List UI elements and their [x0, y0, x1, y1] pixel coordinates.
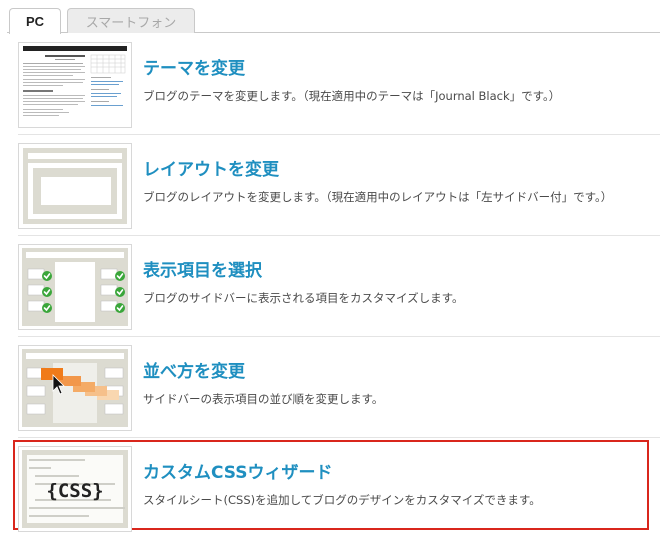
tab-bar: PC スマートフォン — [0, 0, 660, 34]
layout-change-description: ブログのレイアウトを変更します。（現在適用中のレイアウトは「左サイドバー付」です… — [143, 190, 613, 204]
widgets-order-description: サイドバーの表示項目の並び順を変更します。 — [143, 392, 384, 406]
theme-change-description: ブログのテーマを変更します。（現在適用中のテーマは「Journal Black」… — [143, 89, 561, 103]
widgets-select-description: ブログのサイドバーに表示される項目をカスタマイズします。 — [143, 291, 464, 305]
custom-css-wizard-description: スタイルシート(CSS)を追加してブログのデザインをカスタマイズできます。 — [143, 493, 541, 507]
tab-smartphone[interactable]: スマートフォン — [67, 8, 195, 33]
custom-css-wizard-link[interactable]: カスタムCSSウィザード — [143, 458, 333, 483]
divider — [18, 437, 660, 438]
list-item-order: 並べ方を変更 サイドバーの表示項目の並び順を変更します。 — [18, 345, 658, 433]
theme-thumbnail[interactable] — [18, 42, 132, 128]
widgets-order-thumbnail[interactable] — [18, 345, 132, 431]
list-item-custom-css: {CSS} カスタムCSSウィザード スタイルシート(CSS)を追加してブログの… — [18, 446, 658, 534]
layout-thumbnail[interactable] — [18, 143, 132, 229]
layout-change-link[interactable]: レイアウトを変更 — [143, 155, 279, 180]
widgets-select-thumbnail[interactable] — [18, 244, 132, 330]
divider — [18, 235, 660, 236]
css-thumbnail[interactable]: {CSS} — [18, 446, 132, 532]
divider — [18, 134, 660, 135]
list-item-layout: レイアウトを変更 ブログのレイアウトを変更します。（現在適用中のレイアウトは「左… — [18, 143, 658, 231]
theme-change-link[interactable]: テーマを変更 — [143, 54, 245, 79]
divider — [18, 336, 660, 337]
widgets-order-link[interactable]: 並べ方を変更 — [143, 357, 245, 382]
css-badge-text: {CSS} — [46, 480, 103, 502]
list-item-theme: テーマを変更 ブログのテーマを変更します。（現在適用中のテーマは「Journal… — [18, 42, 658, 130]
widgets-select-link[interactable]: 表示項目を選択 — [143, 256, 262, 281]
tab-pc[interactable]: PC — [9, 8, 61, 34]
list-item-widgets: 表示項目を選択 ブログのサイドバーに表示される項目をカスタマイズします。 — [18, 244, 658, 332]
